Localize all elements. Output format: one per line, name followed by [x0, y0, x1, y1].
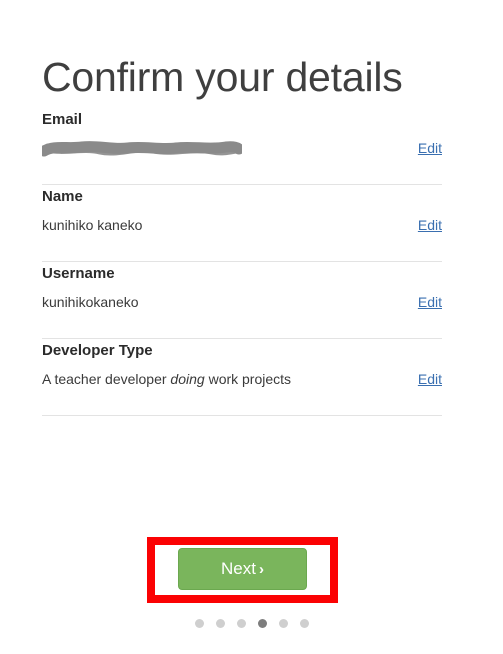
detail-row-name: Name kunihiko kaneko Edit — [42, 185, 442, 262]
detail-value-name: kunihiko kaneko — [42, 217, 143, 233]
detail-row-developer-type: Developer Type A teacher developer doing… — [42, 339, 442, 416]
page-title: Confirm your details — [42, 54, 403, 101]
next-button-label: Next — [221, 559, 256, 578]
details-list: Email Edit Name kunihiko kaneko Edit Use… — [42, 108, 442, 416]
detail-row-email: Email Edit — [42, 108, 442, 185]
redacted-email-value — [42, 138, 242, 157]
edit-link-email[interactable]: Edit — [418, 138, 442, 158]
developer-type-suffix: work projects — [204, 371, 292, 387]
edit-link-developer-type[interactable]: Edit — [418, 369, 442, 389]
detail-label-developer-type: Developer Type — [42, 342, 153, 359]
step-dot-2[interactable] — [215, 618, 225, 628]
detail-value-developer-type: A teacher developer doing work projects — [42, 369, 291, 389]
detail-row-username: Username kunihikokaneko Edit — [42, 262, 442, 339]
detail-label-email: Email — [42, 111, 83, 128]
step-dot-3[interactable] — [236, 618, 246, 628]
step-dot-4[interactable] — [257, 618, 267, 628]
confirm-details-page: Confirm your details Email Edit Name kun… — [0, 0, 503, 654]
developer-type-prefix: A teacher developer — [42, 371, 171, 387]
detail-label-name: Name — [42, 188, 83, 205]
step-dot-1[interactable] — [194, 618, 204, 628]
detail-value-username: kunihikokaneko — [42, 294, 139, 310]
step-dot-5[interactable] — [278, 618, 288, 628]
next-button[interactable]: Next › — [178, 548, 307, 590]
step-indicator — [0, 615, 503, 631]
edit-link-username[interactable]: Edit — [418, 292, 442, 312]
developer-type-emphasis: doing — [170, 371, 205, 387]
chevron-right-icon: › — [258, 561, 264, 578]
step-dot-6[interactable] — [299, 618, 309, 628]
edit-link-name[interactable]: Edit — [418, 215, 442, 235]
detail-label-username: Username — [42, 265, 115, 282]
